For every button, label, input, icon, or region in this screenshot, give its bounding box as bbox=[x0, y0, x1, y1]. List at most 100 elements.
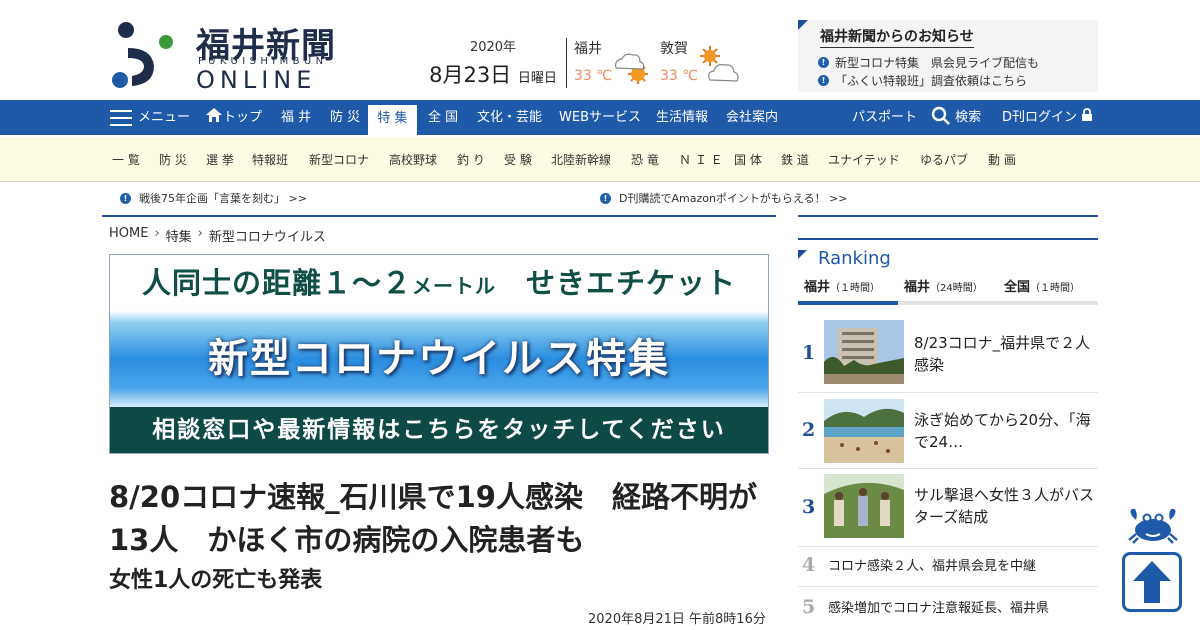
nav-item-web-service[interactable]: WEBサービス bbox=[559, 100, 641, 135]
subnav-item[interactable]: 鉄 道 bbox=[781, 151, 809, 168]
notice-bullet-icon: ! bbox=[818, 75, 829, 86]
nav-item-bousai[interactable]: 防 災 bbox=[330, 100, 360, 135]
subnav-item[interactable]: 高校野球 bbox=[389, 151, 437, 168]
sidebar-rule bbox=[798, 215, 1098, 217]
subnav-item[interactable]: 北陸新幹線 bbox=[551, 151, 611, 168]
ticker-text: 戦後75年企画「言葉を刻む」 >> bbox=[139, 192, 307, 205]
subnav-item[interactable]: 選 挙 bbox=[206, 151, 234, 168]
subnav-item[interactable]: ユナイテッド bbox=[828, 151, 900, 168]
notice-link[interactable]: ! 新型コロナ特集 県会見ライブ配信も bbox=[818, 54, 1039, 71]
crab-mascot-icon bbox=[1128, 508, 1178, 544]
ranking-number: 4 bbox=[802, 554, 816, 576]
nav-item-fukui[interactable]: 福 井 bbox=[281, 100, 311, 135]
breadcrumb-home[interactable]: HOME bbox=[109, 226, 148, 245]
chevron-right-icon: › bbox=[197, 226, 203, 241]
subnav-item[interactable]: ゆるパブ bbox=[920, 151, 968, 168]
sidebar-rule bbox=[798, 238, 1098, 240]
notice-corner bbox=[798, 20, 808, 30]
breadcrumb-tokushu[interactable]: 特集 bbox=[166, 226, 192, 245]
ranking-text: 8/23コロナ_福井県で２人感染 bbox=[914, 334, 1091, 374]
ranking-item[interactable]: 1 8/23コロナ_福井県で２人感染 bbox=[798, 320, 1098, 384]
logo-mark-icon bbox=[112, 22, 173, 88]
notice-link[interactable]: ! 「ふくい特報班」調査依頼はこちら bbox=[818, 72, 1027, 89]
menu-button[interactable]: メニュー bbox=[138, 100, 190, 135]
date-year: 2020年 bbox=[469, 40, 517, 55]
ticker-bullet-icon: ! bbox=[120, 192, 131, 204]
subnav-item[interactable]: Ｎ Ｉ Ｅ bbox=[679, 151, 723, 168]
banner-top-text: 人同士の距離１～２メートル せきエチケット bbox=[110, 255, 768, 311]
main-rule bbox=[102, 215, 776, 217]
ranking-thumbnail bbox=[824, 399, 904, 463]
sun-cloud-icon bbox=[700, 46, 739, 82]
breadcrumb-current: 新型コロナウイルス bbox=[208, 230, 326, 245]
nav-item-lifestyle[interactable]: 生活情報 bbox=[656, 100, 708, 135]
nav-item-zenkoku[interactable]: 全 国 bbox=[428, 100, 458, 135]
ranking-number: 1 bbox=[802, 342, 816, 364]
nav-item-tokushu[interactable]: 特 集 bbox=[368, 102, 417, 137]
logo-online: ONLINE bbox=[196, 66, 317, 94]
banner-bottom-text: 相談窓口や最新情報はこちらをタッチしてください bbox=[110, 407, 768, 453]
search-icon bbox=[931, 106, 950, 125]
notice-bullet-icon: ! bbox=[818, 57, 829, 68]
notice-title: 福井新聞からのお知らせ bbox=[820, 26, 974, 48]
subnav-item[interactable]: 受 験 bbox=[504, 151, 532, 168]
subnav-item[interactable]: 新型コロナ bbox=[309, 151, 369, 168]
weather-fukui[interactable]: 福井 33 ℃ bbox=[574, 38, 654, 88]
hamburger-icon[interactable] bbox=[110, 110, 132, 126]
ranking-thumbnail bbox=[824, 320, 904, 384]
chevron-right-icon: › bbox=[154, 226, 160, 241]
subnav-item[interactable]: 一 覧 bbox=[112, 151, 140, 168]
arrow-up-icon bbox=[1133, 561, 1171, 603]
cloud-sun-icon bbox=[615, 53, 648, 84]
ranking-divider bbox=[798, 546, 1098, 547]
subnav-item[interactable]: 動 画 bbox=[988, 151, 1016, 168]
notice-link-text: 「ふくい特報班」調査依頼はこちら bbox=[835, 74, 1028, 88]
ranking-text: 泳ぎ始めてから20分、「海で24… bbox=[914, 411, 1091, 451]
ranking-divider bbox=[798, 586, 1098, 587]
ranking-item[interactable]: 3 サル撃退へ女性３人がバスターズ結成 bbox=[798, 474, 1098, 538]
ranking-item[interactable]: 5 感染増加でコロナ注意報延長、福井県 bbox=[798, 596, 1098, 622]
ranking-tab-fukui-1h[interactable]: 福井（１時間） bbox=[798, 278, 898, 305]
main-nav: メニュー トップ 福 井 防 災 特 集 全 国 文化・芸能 WEBサービス 生… bbox=[0, 100, 1200, 137]
home-icon bbox=[206, 108, 222, 122]
subnav-item[interactable]: 恐 竜 bbox=[631, 151, 659, 168]
ticker-bullet-icon: ! bbox=[600, 192, 611, 204]
ranking-tab-fukui-24h[interactable]: 福井（24時間） bbox=[898, 278, 989, 305]
ranking-tab-zenkoku-1h[interactable]: 全国（１時間） bbox=[998, 278, 1086, 305]
date-day: 8月23日 日曜日 bbox=[429, 63, 557, 87]
ranking-item[interactable]: 2 泳ぎ始めてから20分、「海で24… bbox=[798, 399, 1098, 463]
site-logo[interactable]: 福井新聞 FUKUISHIMBUN ONLINE bbox=[110, 18, 360, 94]
subnav-item[interactable]: 国 体 bbox=[734, 151, 762, 168]
ranking-text: サル撃退へ女性３人がバスターズ結成 bbox=[914, 486, 1095, 526]
ranking-divider bbox=[798, 468, 1098, 469]
subnav-item[interactable]: 釣 り bbox=[457, 151, 485, 168]
notice-link-text: 新型コロナ特集 県会見ライブ配信も bbox=[835, 56, 1040, 70]
nav-item-company[interactable]: 会社案内 bbox=[726, 100, 778, 135]
sub-nav: 一 覧 防 災 選 挙 特報班 新型コロナ 高校野球 釣 り 受 験 北陸新幹線… bbox=[0, 137, 1200, 182]
subnav-item[interactable]: 特報班 bbox=[252, 151, 288, 168]
ticker-link[interactable]: ! D刊購読でAmazonポイントがもらえる！ >> bbox=[600, 190, 848, 206]
nav-item-top[interactable]: トップ bbox=[205, 100, 262, 135]
ranking-corner bbox=[798, 250, 807, 259]
weather-tsuruga[interactable]: 敦賀 33 ℃ bbox=[660, 38, 740, 88]
weather-divider bbox=[566, 38, 567, 88]
ticker-link[interactable]: ! 戦後75年企画「言葉を刻む」 >> bbox=[120, 190, 307, 206]
back-to-top-button[interactable] bbox=[1122, 552, 1182, 612]
ticker-text: D刊購読でAmazonポイントがもらえる！ >> bbox=[619, 192, 848, 205]
article-pubdate: 2020年8月21日 午前8時16分 bbox=[588, 612, 766, 627]
dkan-login-button[interactable]: D刊ログイン bbox=[1002, 100, 1093, 135]
banner-main-text: 新型コロナウイルス特集 bbox=[110, 311, 768, 407]
search-button[interactable]: 検索 bbox=[931, 100, 981, 135]
corona-feature-banner[interactable]: 人同士の距離１～２メートル せきエチケット 新型コロナウイルス特集 相談窓口や最… bbox=[109, 254, 769, 454]
nav-item-culture[interactable]: 文化・芸能 bbox=[477, 100, 542, 135]
ranking-item[interactable]: 4 コロナ感染２人、福井県会見を中継 bbox=[798, 554, 1098, 580]
ranking-divider bbox=[798, 392, 1098, 393]
today-date: 2020年 8月23日 日曜日 bbox=[428, 36, 558, 89]
ranking-text: 感染増加でコロナ注意報延長、福井県 bbox=[828, 601, 1050, 616]
ranking-number: 2 bbox=[802, 419, 816, 441]
article-subhead: 女性1人の死亡も発表 bbox=[109, 568, 323, 593]
passport-link[interactable]: パスポート bbox=[852, 100, 917, 135]
subnav-item[interactable]: 防 災 bbox=[159, 151, 187, 168]
ranking-thumbnail bbox=[824, 474, 904, 538]
breadcrumb: HOME › 特集 › 新型コロナウイルス bbox=[109, 226, 326, 245]
